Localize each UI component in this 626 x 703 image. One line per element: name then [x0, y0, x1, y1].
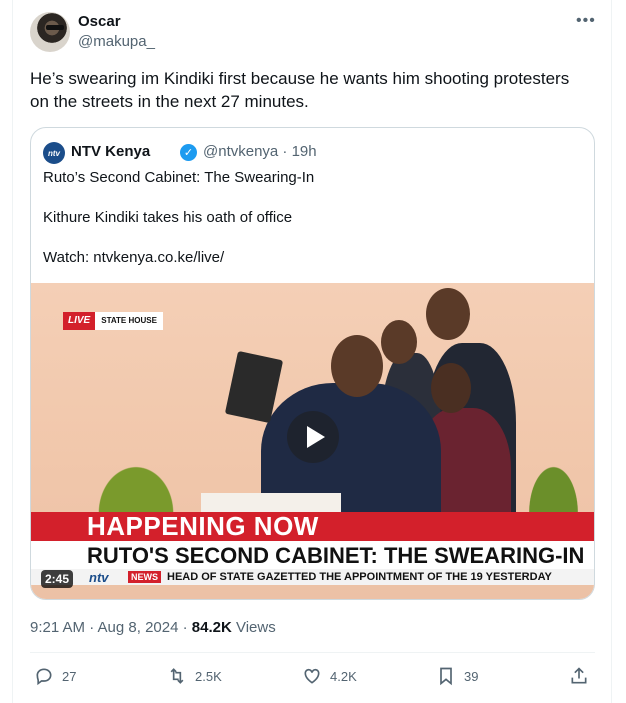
person-head [431, 363, 471, 413]
ticker-text: HEAD OF STATE GAZETTED THE APPOINTMENT O… [167, 571, 552, 583]
headline-text: HAPPENING NOW [87, 511, 319, 541]
video-duration: 2:45 [41, 570, 74, 588]
play-button[interactable] [287, 411, 339, 463]
person-head [426, 288, 470, 340]
podium [201, 493, 341, 513]
repost-count: 2.5K [195, 668, 222, 684]
author-handle[interactable]: @makupa_ [78, 33, 155, 50]
verified-badge-icon: ✓ [180, 144, 197, 161]
bookmark-icon [440, 667, 452, 686]
quoted-text-line-3: Watch: ntvkenya.co.ke/live/ [43, 249, 225, 266]
tweet-text: He’s swearing im Kindiki first because h… [30, 67, 600, 113]
bookmark-button[interactable]: 39 [436, 666, 478, 686]
ticker-news-label: NEWS [128, 571, 161, 583]
share-button[interactable] [569, 666, 597, 686]
heart-icon [304, 668, 320, 684]
tweet-text-line-1: He’s swearing im Kindiki first because h… [30, 69, 570, 88]
avatar[interactable] [30, 12, 70, 52]
reply-icon [36, 668, 52, 686]
plant [71, 433, 201, 513]
share-icon [571, 667, 587, 684]
ntv-logo-avatar[interactable]: ntv [43, 142, 65, 164]
person-head [331, 335, 383, 397]
like-button[interactable]: 4.2K [302, 666, 357, 686]
location-label: STATE HOUSE [95, 312, 163, 330]
news-ticker: ntv NEWS HEAD OF STATE GAZETTED THE APPO… [31, 569, 594, 585]
timestamp[interactable]: 9:21 AM · Aug 8, 2024 · [30, 619, 192, 636]
plant [511, 433, 594, 513]
quoted-text-line-2: Kithure Kindiki takes his oath of office [43, 209, 293, 226]
repost-icon [170, 668, 184, 684]
divider [30, 652, 595, 653]
author-name[interactable]: Oscar [78, 13, 121, 30]
views-count: 84.2K [191, 619, 232, 636]
quoted-handle-time: @ntvkenya · 19h [203, 143, 317, 160]
play-icon [306, 426, 325, 448]
reply-button[interactable]: 27 [34, 666, 76, 686]
subheadline-banner: RUTO'S SECOND CABINET: THE SWEARING-IN [31, 541, 594, 569]
person-head [381, 320, 417, 364]
reply-count: 27 [62, 668, 77, 684]
ticker-brand: ntv [89, 570, 109, 585]
subheadline-text: RUTO'S SECOND CABINET: THE SWEARING-IN [87, 543, 585, 568]
quoted-text-line-1: Ruto’s Second Cabinet: The Swearing-In [43, 169, 315, 186]
tweet-text-line-2: on the streets in the next 27 minutes. [30, 92, 309, 111]
repost-button[interactable]: 2.5K [167, 666, 222, 686]
video-player[interactable]: LIVE STATE HOUSE HAPPENING NOW RUTO'S SE… [31, 283, 594, 599]
live-tag: LIVE STATE HOUSE [63, 312, 163, 330]
tweet-meta: 9:21 AM · Aug 8, 2024 · 84.2K Views [30, 619, 276, 636]
headline-banner: HAPPENING NOW [31, 511, 594, 541]
quoted-tweet[interactable]: ntv NTV Kenya ✓ @ntvkenya · 19h Ruto’s S… [30, 127, 595, 600]
bookmark-count: 39 [464, 668, 479, 684]
views-label: Views [231, 619, 276, 636]
like-count: 4.2K [330, 668, 357, 684]
live-label: LIVE [63, 312, 96, 330]
quoted-author-name[interactable]: NTV Kenya [71, 143, 150, 160]
more-options-icon[interactable]: ••• [576, 12, 596, 30]
